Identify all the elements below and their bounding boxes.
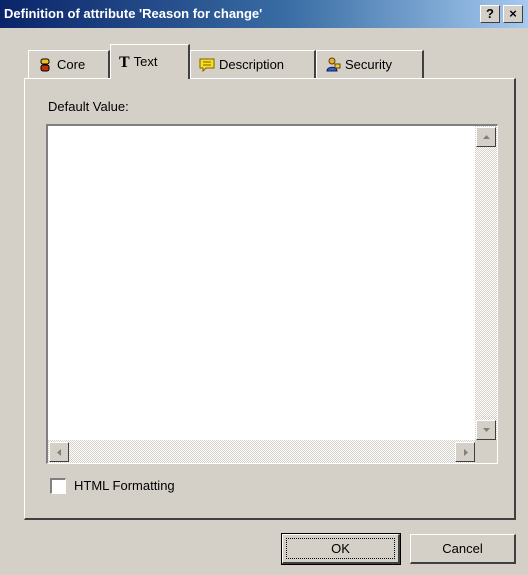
arrow-up-icon — [483, 135, 490, 139]
scroll-down-button[interactable] — [476, 420, 496, 440]
default-value-textarea[interactable] — [46, 124, 498, 464]
arrow-left-icon — [57, 449, 61, 456]
tab-description-label: Description — [219, 57, 285, 73]
default-value-label: Default Value: — [48, 99, 129, 114]
html-formatting-label[interactable]: HTML Formatting — [74, 478, 175, 493]
arrow-right-icon — [464, 449, 468, 456]
title-bar[interactable]: Definition of attribute 'Reason for chan… — [0, 0, 528, 28]
tab-core-label: Core — [57, 57, 86, 73]
tab-core[interactable]: Core — [28, 50, 110, 78]
scroll-right-button[interactable] — [455, 442, 475, 462]
tab-text[interactable]: T Text — [110, 44, 190, 79]
window-title: Definition of attribute 'Reason for chan… — [4, 6, 263, 21]
security-icon — [325, 57, 341, 73]
text-t-icon: T — [119, 53, 130, 71]
tab-text-label: Text — [133, 54, 158, 70]
scrollbar-corner — [475, 440, 497, 463]
cancel-button[interactable]: Cancel — [410, 534, 516, 564]
core-icon — [37, 57, 53, 73]
arrow-down-icon — [483, 428, 490, 432]
html-formatting-checkbox[interactable] — [50, 478, 66, 494]
tab-security[interactable]: Security — [316, 50, 424, 78]
tab-security-label: Security — [345, 57, 392, 73]
scroll-left-button[interactable] — [49, 442, 69, 462]
scroll-up-button[interactable] — [476, 127, 496, 147]
close-button[interactable]: × — [503, 5, 523, 23]
horizontal-scrollbar[interactable] — [48, 440, 475, 463]
help-button[interactable]: ? — [480, 5, 500, 23]
vertical-scrollbar[interactable] — [475, 126, 497, 440]
ok-button[interactable]: OK — [281, 533, 401, 565]
description-icon — [199, 57, 215, 73]
tab-description[interactable]: Description — [190, 50, 316, 78]
